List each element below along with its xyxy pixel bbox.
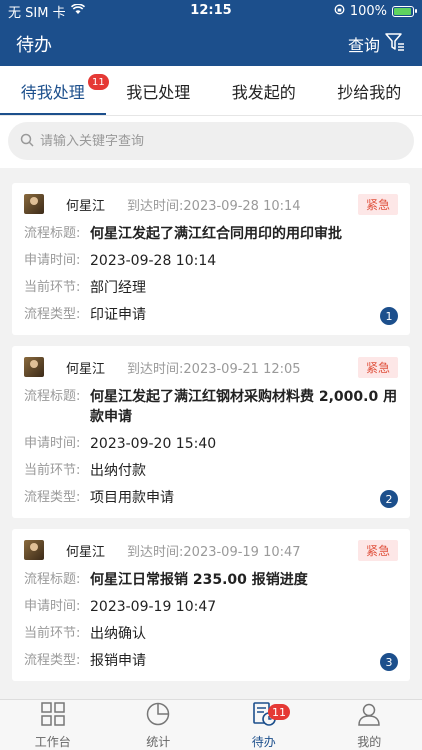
tab-label: 我已处理 — [126, 82, 191, 102]
bottom-tab-bar: 工作台 统计 待办 11 我的 — [0, 699, 422, 750]
flow-type-label: 流程类型: — [24, 307, 81, 322]
apply-time-label: 申请时间: — [24, 599, 81, 614]
task-card[interactable]: 何星江 到达时间:2023-09-21 12:05 紧急 流程标题: 何星江发起了… — [12, 346, 410, 518]
search-icon — [20, 132, 34, 151]
flow-type: 项目用款申请 — [90, 490, 174, 506]
grid-icon — [40, 701, 66, 730]
current-node: 出纳付款 — [90, 463, 146, 479]
sequence-badge: 1 — [380, 307, 398, 325]
urgent-badge: 紧急 — [357, 356, 398, 378]
sequence-badge: 2 — [380, 490, 398, 508]
apply-time: 2023-09-20 15:40 — [90, 436, 217, 452]
tabbar-badge: 11 — [267, 704, 290, 720]
carrier-label: 无 SIM 卡 — [8, 5, 66, 21]
flow-title: 何星江发起了满江红钢材采购材料费 2,000.0 用款申请 — [90, 389, 398, 425]
tabbar-mine[interactable]: 我的 — [317, 700, 422, 750]
tab-label: 我发起的 — [231, 82, 296, 102]
current-node: 出纳确认 — [90, 626, 146, 642]
page-title: 待办 — [16, 35, 52, 56]
status-bar: 无 SIM 卡 12:15 100% — [0, 0, 422, 22]
applicant-name: 何星江 — [66, 361, 106, 377]
pie-chart-icon — [145, 701, 171, 730]
tabbar-label: 统计 — [146, 734, 171, 749]
wifi-icon — [70, 2, 85, 19]
avatar — [24, 540, 44, 560]
tab-pending-mine[interactable]: 待我处理 11 — [0, 66, 109, 115]
sequence-badge: 3 — [380, 653, 398, 671]
apply-time: 2023-09-19 10:47 — [90, 599, 217, 615]
urgent-badge: 紧急 — [357, 539, 398, 561]
query-label: 查询 — [347, 36, 380, 55]
applicant-name: 何星江 — [66, 544, 106, 560]
battery-percent: 100% — [349, 3, 387, 19]
task-list: 何星江 到达时间:2023-09-28 10:14 紧急 流程标题: 何星江发起了… — [0, 168, 422, 681]
flow-type: 印证申请 — [90, 307, 146, 323]
task-card[interactable]: 何星江 到达时间:2023-09-19 10:47 紧急 流程标题: 何星江日常报… — [12, 529, 410, 681]
battery-icon — [392, 5, 417, 17]
avatar — [24, 194, 44, 214]
urgent-badge: 紧急 — [357, 193, 398, 215]
current-node-label: 当前环节: — [24, 463, 81, 478]
apply-time-label: 申请时间: — [24, 253, 81, 268]
flow-title: 何星江日常报销 235.00 报销进度 — [90, 572, 308, 588]
arrive-time: 到达时间:2023-09-21 12:05 — [127, 361, 301, 377]
apply-time: 2023-09-28 10:14 — [90, 253, 217, 269]
tabbar-label: 我的 — [357, 734, 382, 749]
person-icon — [356, 701, 382, 730]
tab-handled[interactable]: 我已处理 — [106, 66, 212, 115]
tabbar-label: 工作台 — [34, 734, 71, 749]
search-area — [0, 116, 422, 168]
flow-title-label: 流程标题: — [24, 226, 81, 241]
search-input[interactable] — [40, 133, 402, 149]
flow-title: 何星江发起了满江红合同用印的用印审批 — [90, 226, 342, 242]
flow-title-label: 流程标题: — [24, 389, 81, 404]
tab-initiated[interactable]: 我发起的 — [211, 66, 317, 115]
arrive-time: 到达时间:2023-09-28 10:14 — [127, 198, 301, 214]
tabbar-statistics[interactable]: 统计 — [106, 700, 212, 750]
current-node-label: 当前环节: — [24, 280, 81, 295]
tab-label: 抄给我的 — [337, 82, 402, 102]
applicant-name: 何星江 — [66, 198, 106, 214]
tab-cc-me[interactable]: 抄给我的 — [317, 66, 422, 115]
tab-bar: 待我处理 11 我已处理 我发起的 抄给我的 — [0, 66, 422, 116]
flow-type-label: 流程类型: — [24, 490, 81, 505]
filter-icon — [384, 32, 406, 56]
orientation-lock-icon — [334, 4, 345, 19]
flow-type: 报销申请 — [90, 653, 146, 669]
tabbar-workbench[interactable]: 工作台 — [0, 700, 106, 750]
arrive-time: 到达时间:2023-09-19 10:47 — [127, 544, 301, 560]
search-box — [8, 122, 414, 160]
flow-title-label: 流程标题: — [24, 572, 81, 587]
tabbar-todo[interactable]: 待办 11 — [211, 700, 317, 750]
current-node: 部门经理 — [90, 280, 146, 296]
tab-label: 待我处理 — [20, 82, 85, 102]
query-button[interactable]: 查询 — [348, 32, 406, 56]
tabbar-label: 待办 — [251, 734, 276, 749]
flow-type-label: 流程类型: — [24, 653, 81, 668]
app-header: 无 SIM 卡 12:15 100% 待办 查询 — [0, 0, 422, 66]
apply-time-label: 申请时间: — [24, 436, 81, 451]
avatar — [24, 357, 44, 377]
task-card[interactable]: 何星江 到达时间:2023-09-28 10:14 紧急 流程标题: 何星江发起了… — [12, 183, 410, 335]
current-node-label: 当前环节: — [24, 626, 81, 641]
